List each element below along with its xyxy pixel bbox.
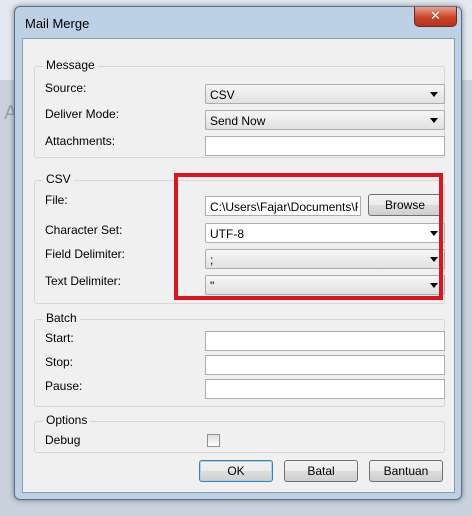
deliver-mode-label: Deliver Mode: (45, 107, 120, 121)
deliver-mode-dropdown[interactable]: Send Now (205, 110, 445, 130)
start-input[interactable] (205, 331, 445, 351)
stop-label: Stop: (45, 355, 74, 369)
stop-input[interactable] (205, 355, 445, 375)
batch-legend: Batch (43, 311, 80, 325)
ok-button[interactable]: OK (199, 460, 273, 482)
deliver-mode-value: Send Now (210, 114, 266, 128)
character-set-label: Character Set: (45, 223, 123, 237)
pause-label: Pause: (45, 379, 83, 393)
help-button[interactable]: Bantuan (369, 460, 443, 482)
attachments-label: Attachments: (45, 134, 116, 148)
debug-checkbox[interactable] (207, 434, 220, 447)
text-delimiter-label: Text Delimiter: (45, 274, 122, 288)
pause-input[interactable] (205, 379, 445, 399)
options-legend: Options (43, 413, 91, 427)
chevron-down-icon (430, 92, 438, 97)
cancel-button[interactable]: Batal (284, 460, 358, 482)
source-value: CSV (210, 88, 235, 102)
file-label: File: (45, 193, 68, 207)
source-dropdown[interactable]: CSV (205, 84, 445, 104)
annotation-highlight-box (174, 173, 443, 300)
message-group: Message Source: CSV Deliver Mode: Send N… (34, 58, 445, 158)
options-group: Options Debug (34, 413, 445, 453)
attachments-input[interactable] (205, 136, 445, 156)
start-label: Start: (45, 331, 74, 345)
field-delimiter-label: Field Delimiter: (45, 247, 126, 261)
source-label: Source: (45, 81, 87, 95)
title-bar[interactable]: Mail Merge ✕ (15, 7, 461, 37)
debug-label: Debug (45, 433, 81, 447)
csv-legend: CSV (43, 172, 74, 186)
window-title: Mail Merge (25, 16, 90, 31)
chevron-down-icon (430, 118, 438, 123)
close-icon: ✕ (430, 8, 441, 23)
close-button[interactable]: ✕ (414, 7, 457, 27)
batch-group: Batch Start: Stop: Pause: (34, 311, 445, 407)
message-legend: Message (43, 58, 98, 72)
